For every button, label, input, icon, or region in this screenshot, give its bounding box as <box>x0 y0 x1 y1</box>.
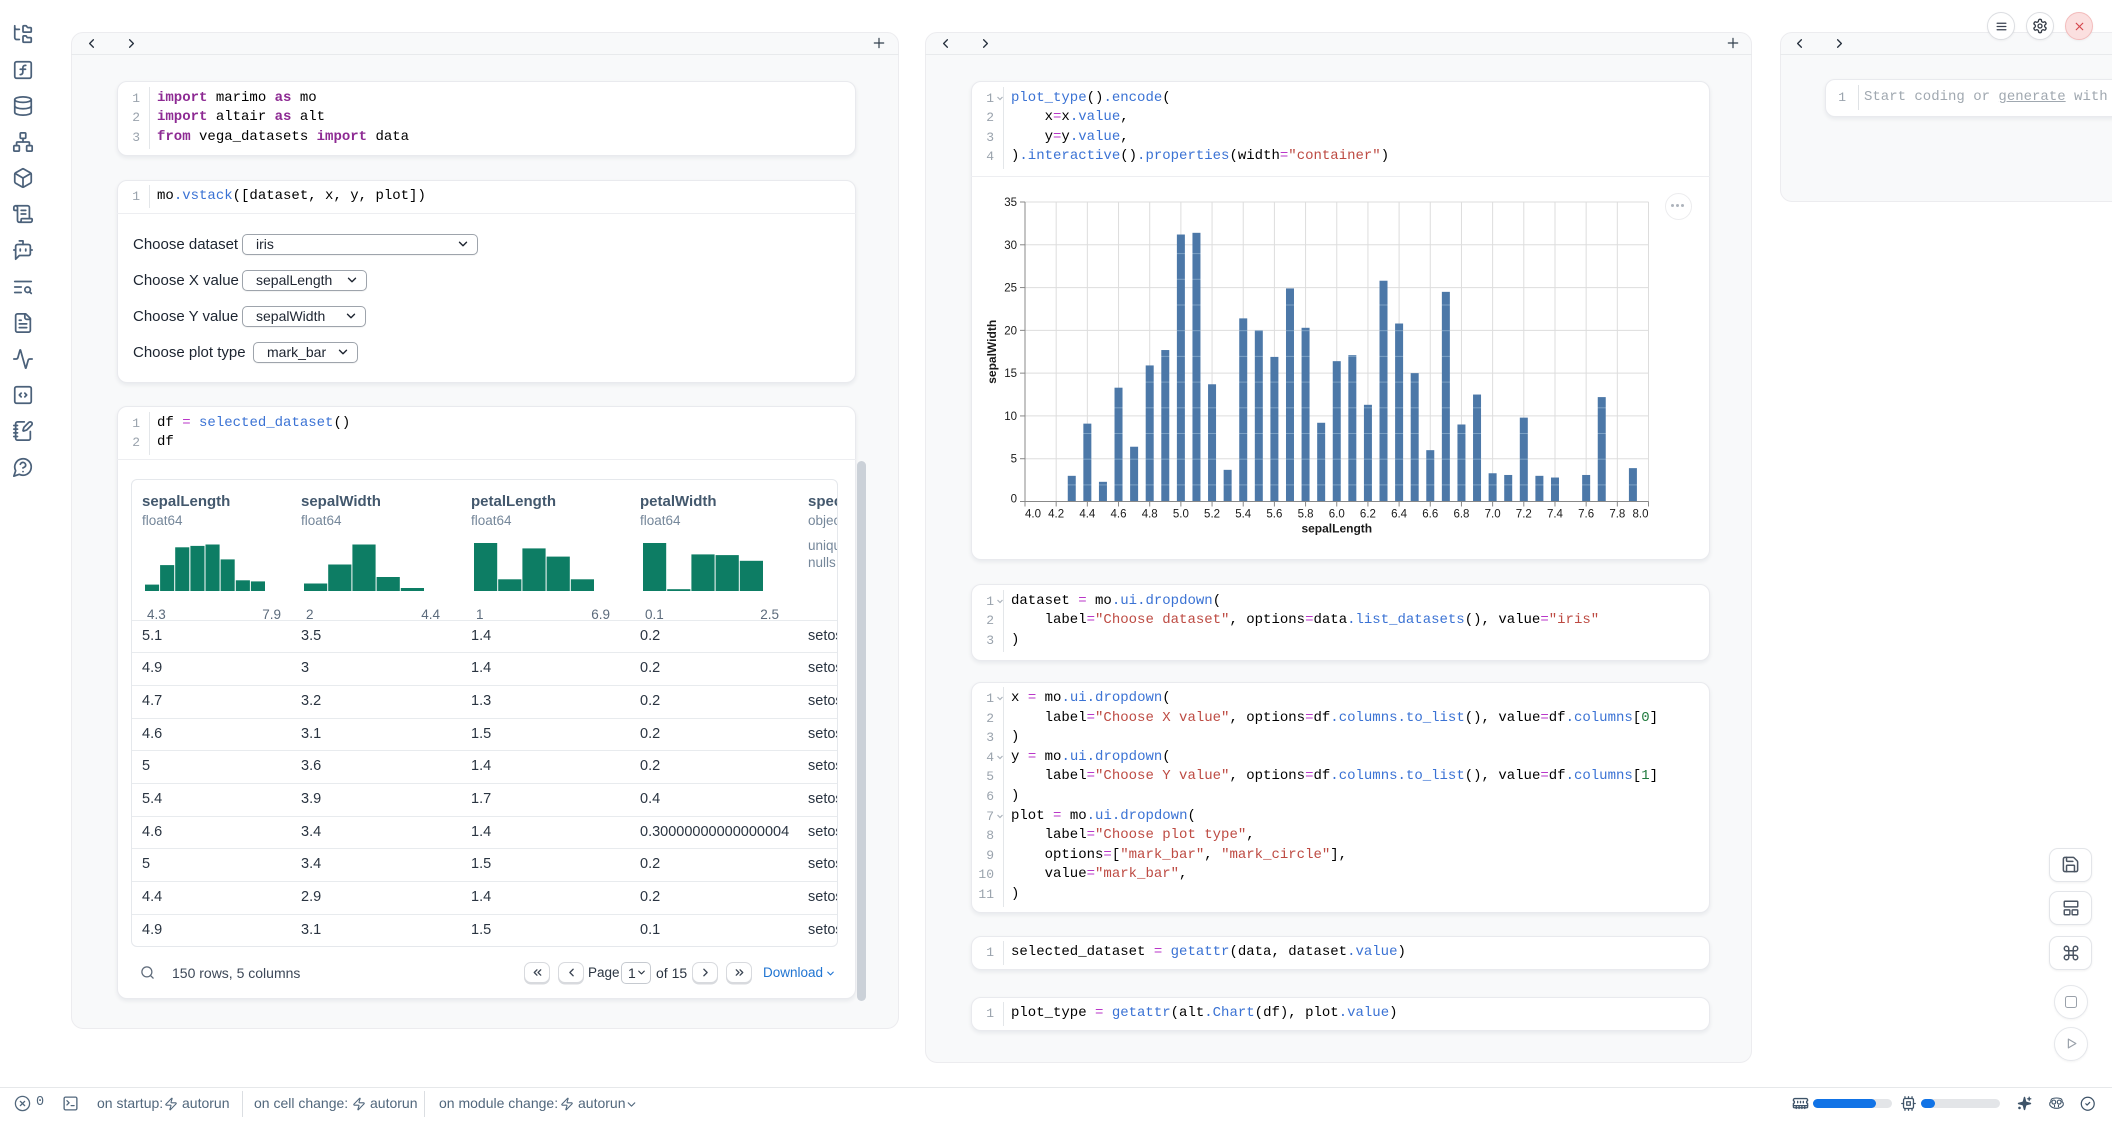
svg-text:4.2: 4.2 <box>1048 509 1064 521</box>
svg-text:4.6: 4.6 <box>1111 509 1127 521</box>
svg-text:15: 15 <box>1004 368 1017 380</box>
svg-text:7.0: 7.0 <box>1485 509 1501 521</box>
svg-text:6.8: 6.8 <box>1453 509 1469 521</box>
svg-text:sepalLength: sepalLength <box>1301 522 1372 536</box>
svg-text:5.6: 5.6 <box>1266 509 1282 521</box>
svg-text:7.2: 7.2 <box>1516 509 1532 521</box>
svg-text:sepalWidth: sepalWidth <box>985 320 999 384</box>
svg-text:35: 35 <box>1004 197 1017 209</box>
svg-text:4.0: 4.0 <box>1025 509 1041 521</box>
svg-text:6.2: 6.2 <box>1360 509 1376 521</box>
svg-text:0: 0 <box>1011 494 1017 506</box>
svg-text:20: 20 <box>1004 325 1017 337</box>
svg-text:30: 30 <box>1004 240 1017 252</box>
svg-text:5: 5 <box>1011 454 1017 466</box>
svg-text:8.0: 8.0 <box>1633 509 1649 521</box>
svg-text:5.8: 5.8 <box>1298 509 1314 521</box>
svg-text:5.0: 5.0 <box>1173 509 1189 521</box>
svg-text:6.6: 6.6 <box>1422 509 1438 521</box>
svg-text:10: 10 <box>1004 411 1017 423</box>
svg-text:7.4: 7.4 <box>1547 509 1564 521</box>
svg-text:25: 25 <box>1004 283 1017 295</box>
svg-text:4.4: 4.4 <box>1079 509 1096 521</box>
svg-text:5.4: 5.4 <box>1235 509 1252 521</box>
svg-text:6.0: 6.0 <box>1329 509 1345 521</box>
svg-text:5.2: 5.2 <box>1204 509 1220 521</box>
svg-text:6.4: 6.4 <box>1391 509 1408 521</box>
svg-text:4.8: 4.8 <box>1142 509 1158 521</box>
svg-text:7.6: 7.6 <box>1578 509 1594 521</box>
svg-text:7.8: 7.8 <box>1609 509 1625 521</box>
